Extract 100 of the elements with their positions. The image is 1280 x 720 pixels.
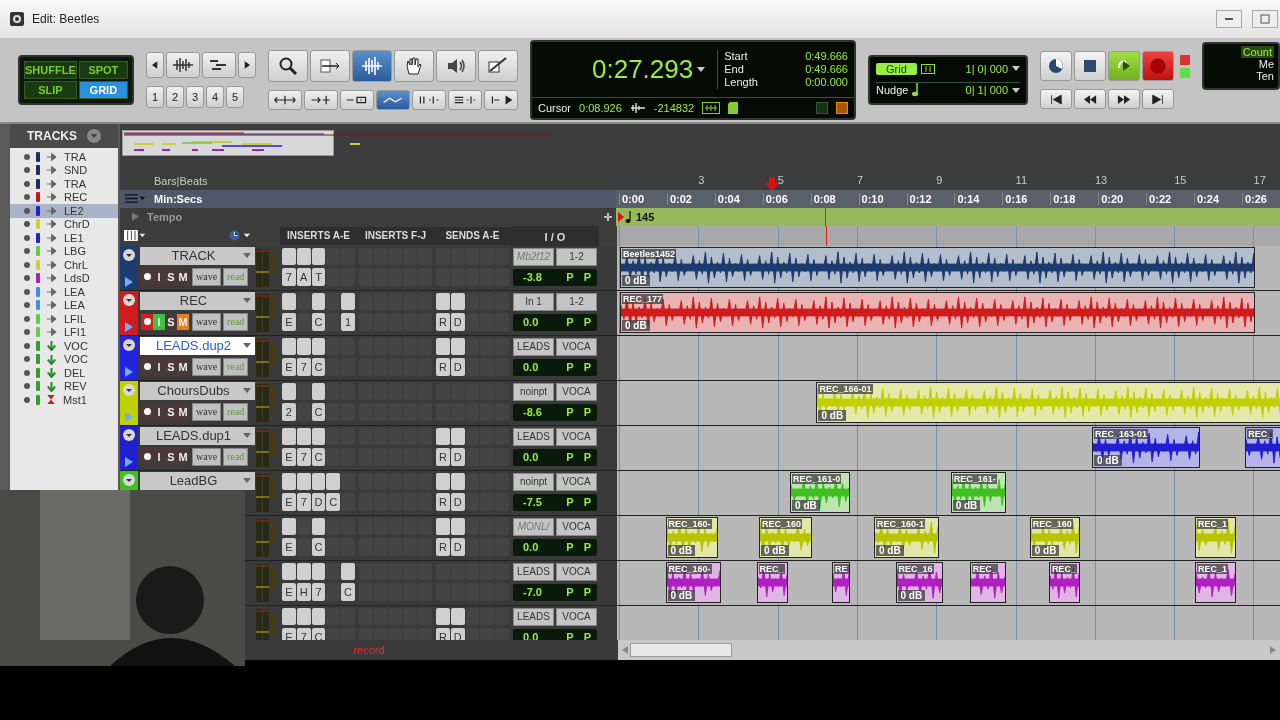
insert-toggle[interactable] (282, 427, 296, 445)
track-toggle-button[interactable]: I (153, 268, 165, 285)
zoom-preset-button[interactable]: 5 (226, 86, 244, 108)
send-slot[interactable]: R (436, 312, 450, 331)
fast-forward-button[interactable] (1108, 89, 1140, 109)
input-selector[interactable]: noinpt (513, 472, 554, 491)
insert-toggle[interactable] (326, 292, 341, 310)
track-name-field[interactable]: REC (140, 291, 255, 310)
insert-slot[interactable]: C (311, 402, 326, 421)
track-list-item[interactable]: ChrL (10, 258, 118, 272)
send-slot[interactable]: D (450, 537, 465, 556)
insert-toggle[interactable] (282, 607, 296, 625)
send-toggle[interactable] (465, 382, 480, 400)
track-list-item[interactable]: Mst1 (10, 393, 118, 407)
send-toggle[interactable] (450, 337, 465, 355)
send-toggle[interactable] (480, 337, 495, 355)
insert-toggle[interactable] (282, 517, 296, 535)
insert-toggle[interactable] (388, 472, 403, 490)
insert-toggle[interactable] (373, 292, 388, 310)
send-toggle[interactable] (436, 607, 450, 625)
send-slot[interactable] (465, 627, 480, 641)
insert-toggle[interactable] (359, 472, 373, 490)
output-selector[interactable]: VOCA (556, 607, 597, 626)
insert-toggle[interactable] (403, 427, 418, 445)
insert-toggle[interactable] (296, 607, 311, 625)
dropdown-caret-icon[interactable] (123, 248, 135, 261)
insert-toggle[interactable] (311, 472, 326, 490)
midi-zoom-button[interactable] (202, 52, 236, 78)
send-toggle[interactable] (465, 427, 480, 445)
insert-toggle[interactable] (373, 427, 388, 445)
insert-toggle[interactable] (311, 427, 326, 445)
insert-toggle[interactable] (403, 607, 418, 625)
insert-slot[interactable]: C (326, 492, 341, 511)
insert-toggle[interactable] (418, 292, 432, 310)
track-list-item[interactable]: LEA (10, 285, 118, 299)
audio-clip[interactable]: REC_ (1048, 561, 1080, 603)
output-selector[interactable]: VOCA (556, 382, 597, 401)
zoom-preset-button[interactable]: 2 (166, 86, 184, 108)
audio-clip[interactable]: REC_160 0 dB (758, 516, 812, 558)
insert-slot[interactable]: C (311, 537, 326, 556)
insert-toggle[interactable] (418, 607, 432, 625)
grab-tool-button[interactable] (394, 50, 434, 82)
send-toggle[interactable] (495, 607, 509, 625)
insert-slot[interactable]: E (282, 357, 296, 376)
audio-clip[interactable]: REC_160 0 dB (1029, 516, 1080, 558)
send-toggle[interactable] (436, 382, 450, 400)
send-toggle[interactable] (465, 337, 480, 355)
view-selector-button[interactable]: wave (192, 357, 222, 376)
insert-toggle[interactable] (373, 337, 388, 355)
send-toggle[interactable] (480, 607, 495, 625)
insert-toggle[interactable] (359, 337, 373, 355)
select-tool-button[interactable] (352, 50, 392, 82)
track-list-item[interactable]: VOC (10, 352, 118, 366)
insert-toggle[interactable] (326, 517, 341, 535)
send-slot[interactable]: R (436, 492, 450, 511)
track-name-field[interactable]: TRACK (140, 246, 255, 265)
insert-toggle[interactable] (403, 562, 418, 580)
scroll-right-icon[interactable] (1270, 646, 1276, 655)
output-selector[interactable]: VOCA (556, 562, 597, 581)
input-selector[interactable]: In 1 (513, 292, 554, 311)
insert-toggle[interactable] (403, 517, 418, 535)
insert-toggle[interactable] (282, 247, 296, 265)
ruler-menu-icon[interactable] (124, 193, 146, 205)
insert-toggle[interactable] (388, 337, 403, 355)
input-selector[interactable]: LEADS (513, 427, 554, 446)
send-toggle[interactable] (450, 382, 465, 400)
input-selector[interactable]: LEADS (513, 562, 554, 581)
send-slot[interactable]: D (450, 492, 465, 511)
insert-slot[interactable]: H (296, 582, 311, 601)
scrub-tool-button[interactable] (436, 50, 476, 82)
record-button[interactable] (1142, 51, 1174, 81)
insert-toggle[interactable] (359, 562, 373, 580)
insert-toggle[interactable] (418, 472, 432, 490)
send-toggle[interactable] (450, 517, 465, 535)
insert-toggle[interactable] (326, 562, 341, 580)
track-toggle-button[interactable]: S (165, 403, 177, 420)
insert-toggle[interactable] (311, 337, 326, 355)
send-toggle[interactable] (450, 562, 465, 580)
output-selector[interactable]: VOCA (556, 427, 597, 446)
send-toggle[interactable] (480, 427, 495, 445)
audio-clip[interactable]: REC_ (969, 561, 1006, 603)
insert-toggle[interactable] (341, 382, 355, 400)
send-slot[interactable]: R (436, 627, 450, 641)
insert-toggle[interactable] (388, 292, 403, 310)
insert-toggle[interactable] (359, 427, 373, 445)
grid-value[interactable]: 1| 0| 000 (965, 62, 1008, 75)
send-toggle[interactable] (495, 562, 509, 580)
insert-slot[interactable]: 2 (282, 402, 296, 421)
insert-toggle[interactable] (311, 292, 326, 310)
insert-toggle[interactable] (282, 562, 296, 580)
track-toggle-button[interactable]: S (165, 268, 177, 285)
send-slot[interactable]: R (436, 537, 450, 556)
send-toggle[interactable] (450, 292, 465, 310)
insert-slot[interactable]: E (282, 627, 296, 641)
track-toggle-button[interactable]: M (177, 448, 189, 465)
insert-toggle[interactable] (359, 607, 373, 625)
insert-slot[interactable]: 7 (296, 627, 311, 641)
track-toggle-button[interactable]: S (165, 358, 177, 375)
send-slot[interactable]: R (436, 447, 450, 466)
insert-slot[interactable]: C (341, 582, 355, 601)
